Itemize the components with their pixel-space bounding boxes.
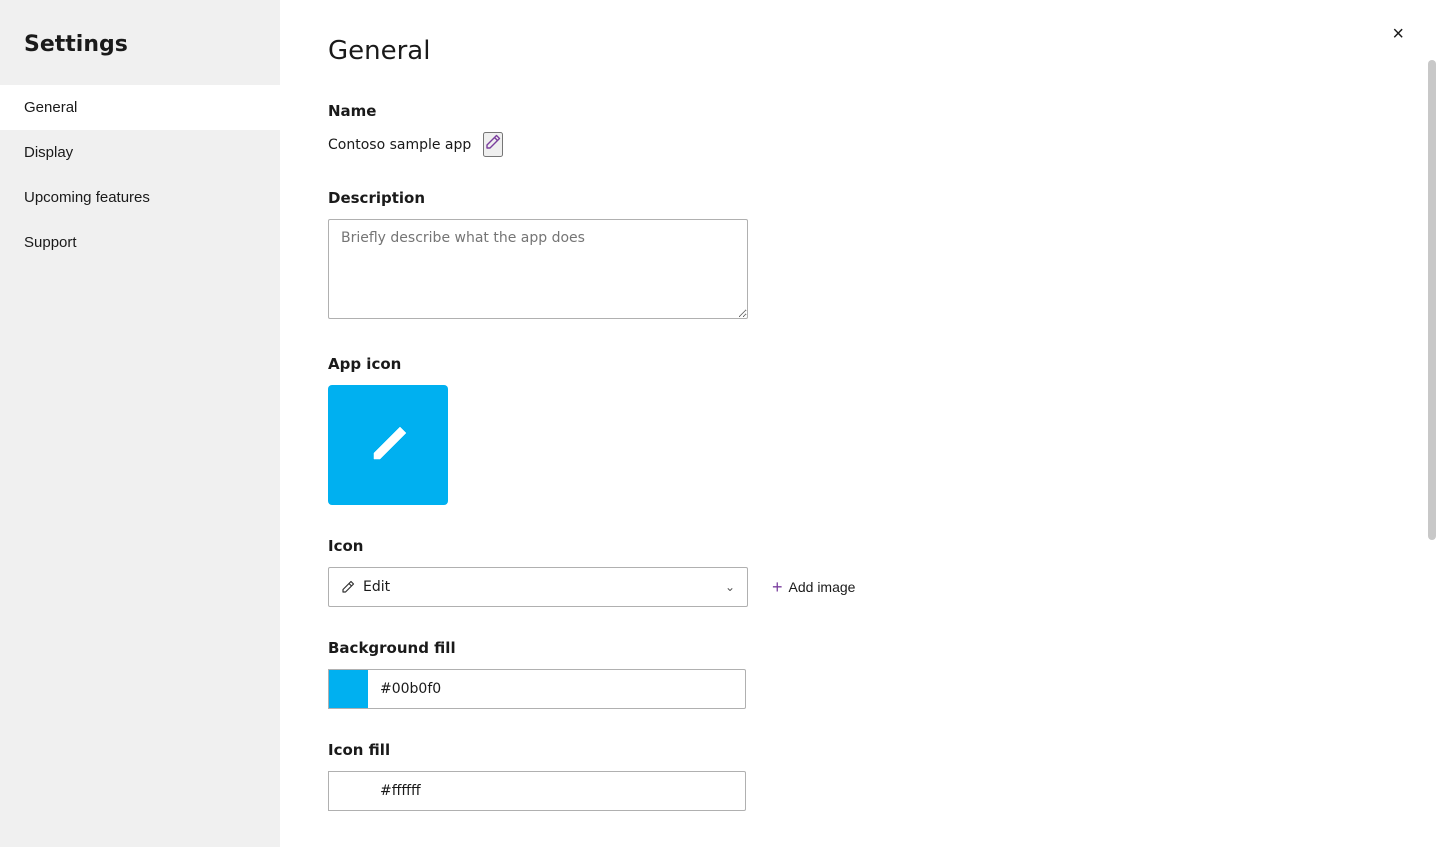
sidebar-item-general[interactable]: General xyxy=(0,85,280,130)
sidebar: Settings General Display Upcoming featur… xyxy=(0,0,280,847)
background-fill-input[interactable] xyxy=(368,669,746,709)
name-label: Name xyxy=(328,102,1388,120)
scrollbar-track xyxy=(1428,0,1436,847)
chevron-down-icon: ⌄ xyxy=(725,580,735,594)
description-input[interactable] xyxy=(328,219,748,319)
name-section: Name Contoso sample app xyxy=(328,102,1388,157)
icon-row: Edit ⌄ + Add image xyxy=(328,567,1388,607)
icon-fill-section: Icon fill xyxy=(328,741,1388,811)
main-inner: General Name Contoso sample app Descript… xyxy=(280,0,1436,847)
scrollbar-thumb[interactable] xyxy=(1428,60,1436,540)
background-fill-row xyxy=(328,669,1388,709)
app-icon-pencil-icon xyxy=(362,419,414,471)
app-icon-label: App icon xyxy=(328,355,1388,373)
pencil-icon xyxy=(341,580,355,594)
description-section: Description xyxy=(328,189,1388,323)
icon-label: Icon xyxy=(328,537,1388,555)
sidebar-item-upcoming-features[interactable]: Upcoming features xyxy=(0,175,280,220)
description-label: Description xyxy=(328,189,1388,207)
name-edit-button[interactable] xyxy=(483,132,503,157)
app-icon-section: App icon xyxy=(328,355,1388,505)
sidebar-item-display[interactable]: Display xyxy=(0,130,280,175)
icon-fill-input[interactable] xyxy=(368,771,746,811)
plus-icon: + xyxy=(772,577,783,598)
sidebar-nav: General Display Upcoming features Suppor… xyxy=(0,85,280,265)
name-value: Contoso sample app xyxy=(328,137,471,153)
close-button[interactable]: × xyxy=(1384,16,1412,52)
icon-fill-swatch[interactable] xyxy=(328,771,368,811)
main-panel: × General Name Contoso sample app Descri… xyxy=(280,0,1436,847)
background-fill-label: Background fill xyxy=(328,639,1388,657)
sidebar-item-support[interactable]: Support xyxy=(0,220,280,265)
page-title: General xyxy=(328,36,1388,66)
icon-fill-row xyxy=(328,771,1388,811)
add-image-button[interactable]: + Add image xyxy=(764,571,863,604)
background-fill-section: Background fill xyxy=(328,639,1388,709)
app-icon-box[interactable] xyxy=(328,385,448,505)
background-fill-swatch[interactable] xyxy=(328,669,368,709)
icon-dropdown[interactable]: Edit ⌄ xyxy=(328,567,748,607)
icon-section: Icon Edit ⌄ + Add image xyxy=(328,537,1388,607)
icon-fill-label: Icon fill xyxy=(328,741,1388,759)
sidebar-title: Settings xyxy=(0,0,280,85)
name-row: Contoso sample app xyxy=(328,132,1388,157)
